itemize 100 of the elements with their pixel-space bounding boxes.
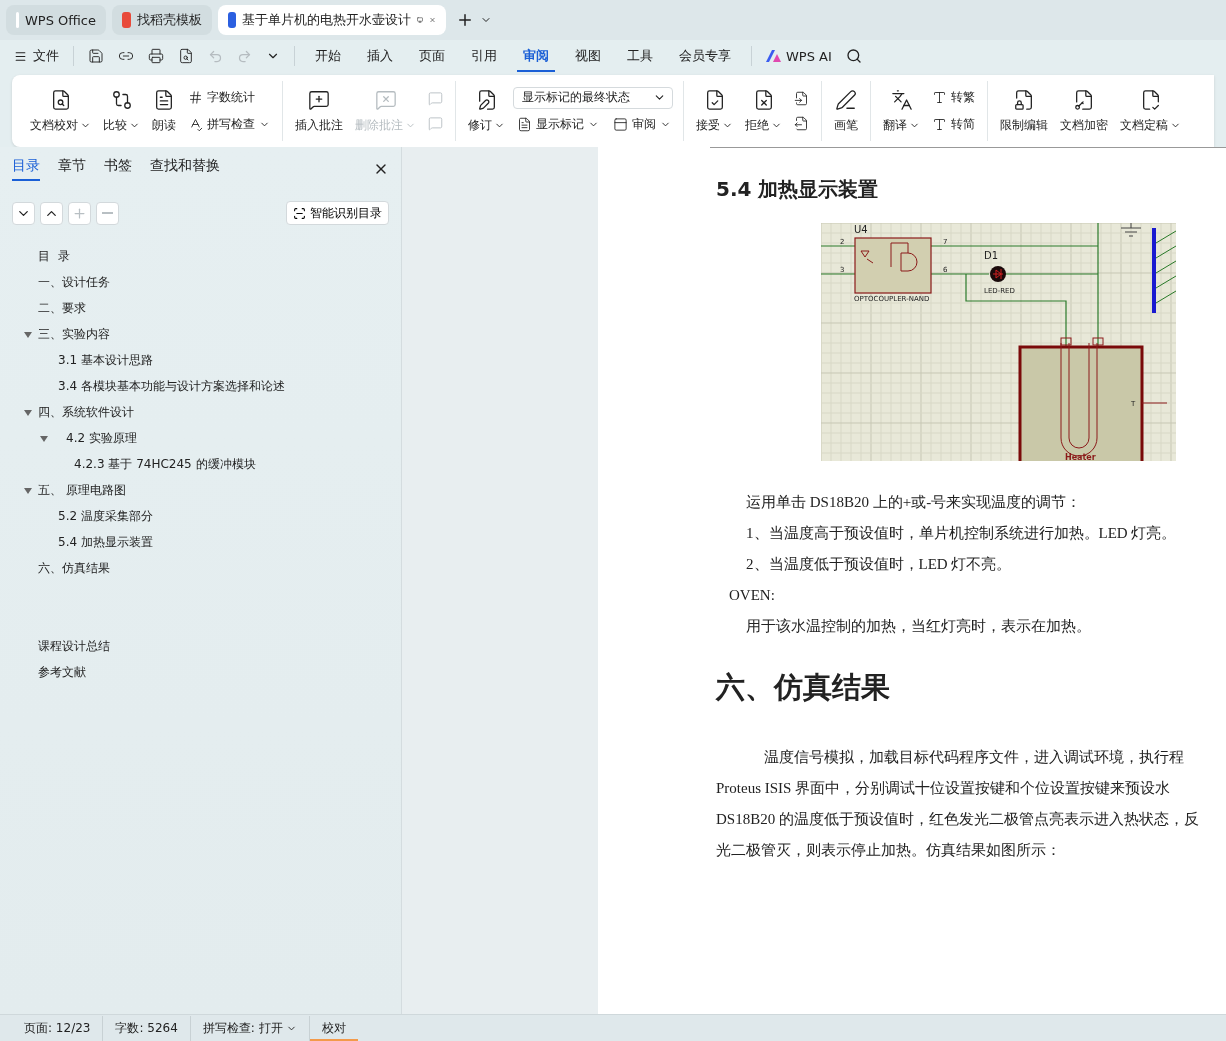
ribbon-button[interactable]: 字数统计	[184, 86, 274, 109]
toc-item[interactable]: 二、要求	[38, 299, 86, 317]
toc-item[interactable]: 5.2 温度采集部分	[58, 507, 153, 525]
outline-tool-button[interactable]	[12, 201, 35, 225]
plus-icon	[72, 205, 87, 221]
menu-tab[interactable]: 审阅	[517, 40, 555, 72]
ribbon-button[interactable]: 接受	[692, 86, 737, 136]
text-line: Proteus ISIS 界面中，分别调试十位设置按键和个位设置按键来预设水	[716, 779, 1172, 798]
paragraph: OVEN:	[728, 586, 776, 605]
toc-item[interactable]: 目 录	[38, 247, 70, 265]
ribbon-button[interactable]: 朗读	[148, 86, 180, 136]
toc-item[interactable]: 一、设计任务	[38, 273, 110, 291]
small-tool-icon	[794, 116, 809, 131]
outline-tool-button[interactable]	[40, 201, 63, 225]
ribbon-button[interactable]: 转简	[928, 113, 979, 136]
small-tool-icon	[517, 116, 532, 132]
chapter-heading: 六、仿真结果	[716, 670, 891, 705]
monitor-icon[interactable]	[417, 14, 423, 26]
panel-tab[interactable]: 查找和替换	[150, 157, 220, 181]
app-tab[interactable]: WPS Office	[6, 5, 106, 35]
file-menu[interactable]: 文件	[14, 47, 59, 65]
small-tool-icon	[794, 91, 809, 106]
menu-tab[interactable]: 开始	[309, 40, 347, 72]
toc-item[interactable]: 六、仿真结果	[38, 559, 110, 577]
ribbon-button[interactable]: 比较	[99, 86, 144, 136]
panel-tab[interactable]: 书签	[104, 157, 132, 181]
ribbon-button[interactable]: 文档定稿	[1116, 86, 1185, 136]
ribbon-button[interactable]: 限制编辑	[996, 86, 1052, 136]
new-tab-icon[interactable]	[456, 11, 474, 29]
paragraph: 运用单击 DS18B20 上的+或-号来实现温度的调节：	[745, 493, 1083, 512]
ribbon-button[interactable]: 文档加密	[1056, 86, 1112, 136]
minus-icon	[102, 212, 113, 214]
menu-tab[interactable]: 视图	[569, 40, 607, 72]
paragraph: 1、当温度高于预设值时，单片机控制系统进行加热。LED 灯亮。	[745, 524, 1178, 543]
comment-plus-icon	[308, 88, 330, 111]
small-tool-icon	[428, 116, 443, 131]
ribbon-button[interactable]: 插入批注	[291, 86, 347, 136]
panel-tab[interactable]: 目录	[12, 157, 40, 181]
status-item[interactable]: 拼写检查: 打开	[190, 1015, 310, 1041]
comment-x-icon	[374, 88, 397, 111]
paragraph: 2、当温度低于预设值时，LED 灯不亮。	[745, 555, 1013, 574]
expanded-triangle-icon[interactable]	[24, 488, 32, 494]
ribbon-button[interactable]: 修订	[464, 86, 509, 136]
paragraph: 用于该水温控制的加热，当红灯亮时，表示在加热。	[745, 617, 1092, 636]
compare-icon	[110, 88, 133, 111]
toc-item[interactable]: 五、 原理电路图	[38, 481, 126, 499]
expanded-triangle-icon[interactable]	[24, 410, 32, 416]
text-line: 光二极管灭，则表示停止加热。仿真结果如图所示：	[716, 841, 1062, 860]
ribbon-button[interactable]: 转繁	[928, 86, 979, 109]
toc-item[interactable]: 4.2 实验原理	[66, 429, 137, 447]
status-item[interactable]: 页面: 12/23	[12, 1015, 104, 1041]
status-item[interactable]: 字数: 5264	[103, 1015, 191, 1041]
wps-ai-button[interactable]: WPS AI	[786, 48, 832, 64]
small-tool-icon	[613, 116, 628, 132]
scan-icon	[293, 206, 306, 220]
ribbon-button[interactable]: 拼写检查	[184, 113, 274, 136]
menu-tab[interactable]: 引用	[465, 40, 503, 72]
app-tab[interactable]: 找稻壳模板	[112, 5, 212, 35]
app-tab[interactable]: 基于单片机的电热开水壶设计	[218, 5, 446, 35]
ribbon-button[interactable]: 文档校对	[26, 86, 95, 136]
menu-tab[interactable]: 页面	[413, 40, 451, 72]
toc-item[interactable]: 3.1 基本设计思路	[58, 351, 153, 369]
save-icon[interactable]	[88, 48, 104, 64]
small-tool-icon	[932, 90, 947, 105]
status-item[interactable]: 校对	[309, 1015, 358, 1041]
text-line: 温度信号模拟，加载目标代码程序文件，进入调试环境，执行程	[763, 748, 1185, 767]
small-tool-icon	[188, 90, 203, 105]
ai-logo-icon	[766, 50, 781, 62]
toc-item[interactable]: 参考文献	[38, 663, 86, 681]
print-icon[interactable]	[148, 48, 164, 64]
menu-tab[interactable]: 会员专享	[673, 40, 737, 72]
document-lock-icon	[1013, 88, 1035, 111]
ribbon-button[interactable]: 翻译	[879, 86, 924, 136]
smart-toc-button[interactable]: 智能识别目录	[286, 201, 389, 225]
search-icon[interactable]	[845, 48, 862, 64]
pen-icon	[835, 88, 857, 111]
toc-item[interactable]: 四、系统软件设计	[38, 403, 134, 421]
ribbon-button[interactable]: 画笔	[830, 86, 862, 136]
document-key-icon	[1073, 88, 1095, 111]
menu-tab[interactable]: 插入	[361, 40, 399, 72]
menu-icon	[14, 49, 27, 63]
expanded-triangle-icon[interactable]	[24, 332, 32, 338]
small-tool-icon	[428, 91, 443, 106]
toc-item[interactable]: 4.2.3 基于 74HC245 的缓冲模块	[74, 455, 256, 473]
toc-item[interactable]: 5.4 加热显示装置	[58, 533, 153, 551]
menu-tab[interactable]: 工具	[621, 40, 659, 72]
ribbon-button[interactable]: 拒绝	[741, 86, 786, 136]
expanded-triangle-icon[interactable]	[40, 436, 48, 442]
ribbon-button[interactable]: 审阅	[609, 112, 675, 136]
toc-item[interactable]: 3.4 各模块基本功能与设计方案选择和论述	[58, 377, 285, 395]
small-tool-icon	[188, 117, 203, 132]
toc-item[interactable]: 课程设计总结	[38, 637, 110, 655]
markup-select[interactable]: 显示标记的最终状态	[513, 86, 673, 109]
print-preview-icon[interactable]	[178, 48, 194, 64]
read-aloud-icon	[153, 88, 175, 111]
text-line: DS18B20 的温度低于预设值时，红色发光二极管点亮表示进入热状态，反	[716, 810, 1200, 829]
ribbon-button[interactable]: 显示标记	[513, 112, 603, 136]
small-tool-icon	[932, 117, 947, 132]
toc-item[interactable]: 三、实验内容	[38, 325, 110, 343]
panel-tab[interactable]: 章节	[58, 157, 86, 181]
